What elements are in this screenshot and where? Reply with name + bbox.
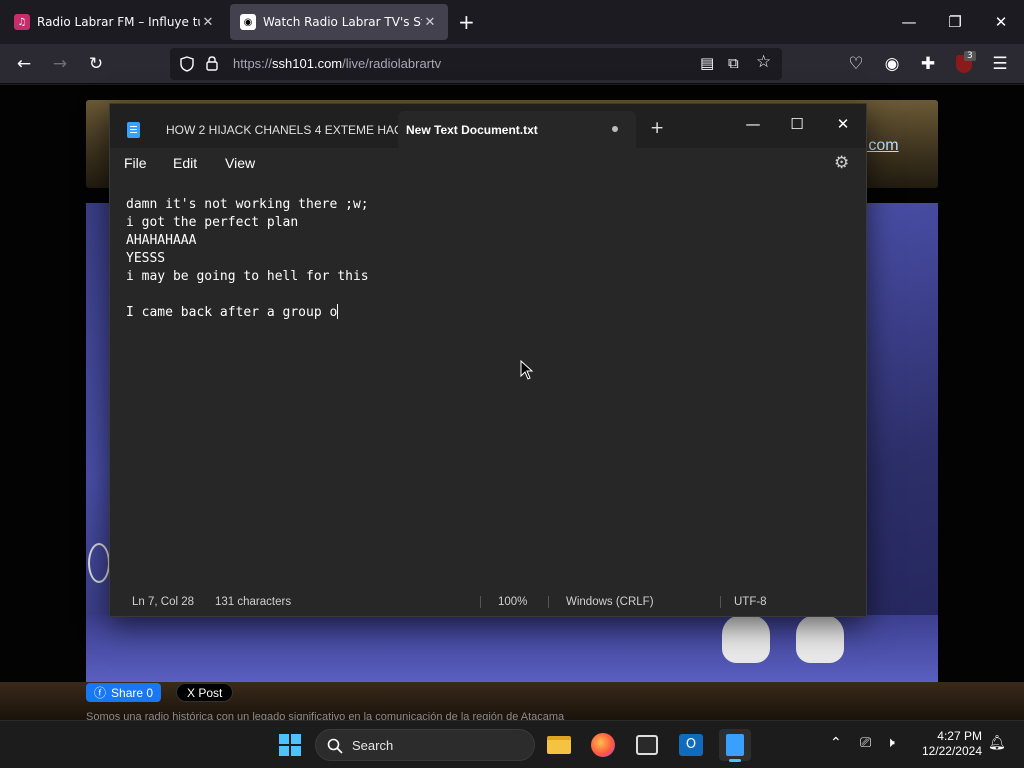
browser-tab-watch-stream[interactable]: ◉ Watch Radio Labrar TV's Stream ✕ — [230, 4, 448, 40]
editor-line: AHAHAHAAA — [126, 233, 197, 248]
page-description-text: Somos una radio histórica con un legado … — [86, 711, 565, 720]
editor-line: damn it's not working there ;w; — [126, 197, 369, 212]
browser-tab-title: Watch Radio Labrar TV's Stream — [263, 15, 422, 29]
notepad-new-tab-icon[interactable]: + — [650, 118, 664, 138]
menu-file[interactable]: File — [124, 155, 147, 171]
text-editor[interactable]: damn it's not working there ;w; i got the… — [110, 180, 866, 588]
notepad-status-bar: Ln 7, Col 28 131 characters 100% Windows… — [110, 588, 866, 616]
browser-toolbar: ← → ↻ https://ssh101.com/live/radiolabra… — [0, 44, 1024, 84]
tray-chevron-up-icon[interactable]: ⌃ — [830, 735, 842, 751]
editor-line: i may be going to hell for this — [126, 269, 369, 284]
extension-badge: 3 — [964, 51, 976, 61]
back-arrow-icon[interactable]: ← — [8, 48, 40, 80]
editor-line: i got the perfect plan — [126, 215, 299, 230]
cursor-position: Ln 7, Col 28 — [132, 596, 195, 608]
url-scheme: https:// — [233, 56, 273, 71]
encoding[interactable]: UTF-8 — [734, 596, 767, 608]
character-count: 131 characters — [215, 596, 292, 608]
line-ending[interactable]: Windows (CRLF) — [566, 596, 654, 608]
notepad-tab-title: New Text Document.txt — [406, 122, 538, 137]
account-icon[interactable]: ◉ — [876, 48, 908, 80]
sneaker-image — [722, 615, 770, 663]
unsaved-dot-icon[interactable] — [612, 126, 618, 132]
microsoft-store-icon[interactable] — [631, 729, 663, 761]
facebook-share-button[interactable]: ⓕ Share 0 — [86, 683, 162, 702]
facebook-share-label: Share 0 — [111, 685, 154, 700]
notepad-tab-new-text-document[interactable]: New Text Document.txt — [398, 111, 636, 148]
url-bar[interactable]: https://ssh101.com/live/radiolabrartv ▤ … — [170, 48, 782, 80]
search-icon — [327, 738, 343, 754]
notepad-menu-bar: File Edit View ⚙ — [110, 148, 866, 180]
facebook-icon: ⓕ — [94, 686, 107, 700]
cartoon-detail-image — [88, 543, 110, 583]
notepad-title-bar[interactable]: HOW 2 HIJACK CHANELS 4 EXTEME HACK New T… — [110, 104, 866, 148]
taskbar-search-box[interactable]: Search — [315, 729, 535, 761]
url-path: /live/radiolabrartv — [342, 56, 442, 71]
notepad-minimize-icon[interactable]: — — [730, 109, 776, 139]
url-host: ssh101.com — [272, 56, 343, 71]
windows-start-icon[interactable] — [274, 729, 306, 761]
sneaker-image — [796, 615, 844, 663]
editor-text: damn it's not working there ;w; i got the… — [126, 196, 369, 322]
notepad-window: HOW 2 HIJACK CHANELS 4 EXTEME HACK New T… — [109, 103, 867, 617]
hamburger-menu-icon[interactable]: ☰ — [984, 48, 1016, 80]
reader-view-icon[interactable]: ▤ — [700, 54, 714, 72]
search-label: Search — [352, 738, 394, 753]
notepad-taskbar-icon[interactable] — [719, 729, 751, 762]
mouse-pointer-icon — [520, 360, 534, 380]
forward-arrow-icon[interactable]: → — [44, 48, 76, 80]
notepad-close-icon[interactable]: ✕ — [820, 109, 866, 139]
minimize-icon[interactable]: — — [886, 0, 932, 44]
status-divider — [548, 596, 549, 608]
ublock-icon[interactable]: 3 — [948, 48, 980, 80]
close-tab-icon[interactable]: ✕ — [200, 15, 216, 30]
pocket-icon[interactable]: ♡ — [840, 48, 872, 80]
notepad-tab-hijack[interactable]: HOW 2 HIJACK CHANELS 4 EXTEME HACK — [114, 111, 411, 148]
shield-icon[interactable] — [179, 56, 195, 72]
editor-line: YESSS — [126, 251, 166, 266]
network-icon[interactable]: ⎚ — [860, 735, 871, 751]
editor-line: I came back after a group o — [126, 305, 338, 320]
lock-icon[interactable] — [205, 55, 219, 72]
x-post-button[interactable]: X Post — [176, 683, 234, 702]
windows-taskbar: Search O ⌃ ⎚ 🕨 4:27 PM 12/22/2024 🔔︎ — [0, 720, 1024, 768]
settings-gear-icon[interactable]: ⚙ — [834, 153, 849, 173]
notification-bell-icon[interactable]: 🔔︎ — [988, 735, 1006, 751]
new-tab-button[interactable]: + — [458, 10, 475, 34]
notepad-maximize-icon[interactable]: ☐ — [774, 109, 820, 139]
browser-tab-title: Radio Labrar FM – Influye tus se — [37, 15, 200, 29]
picture-in-picture-icon[interactable]: ⧉ — [728, 54, 739, 72]
clock-time: 4:27 PM — [937, 729, 982, 743]
close-tab-icon[interactable]: ✕ — [422, 15, 438, 30]
text-caret — [337, 304, 339, 319]
url-text[interactable]: https://ssh101.com/live/radiolabrartv — [233, 56, 441, 71]
zoom-level[interactable]: 100% — [498, 596, 527, 608]
browser-tab-strip: ♫ Radio Labrar FM – Influye tus se ✕ ◉ W… — [0, 0, 1024, 44]
firefox-icon[interactable] — [587, 729, 619, 761]
browser-tab-radio-labrar[interactable]: ♫ Radio Labrar FM – Influye tus se ✕ — [4, 4, 226, 40]
status-divider — [480, 596, 481, 608]
stream-favicon-icon: ◉ — [240, 14, 256, 30]
bookmark-star-icon[interactable]: ☆ — [756, 52, 771, 72]
extensions-icon[interactable]: ✚ — [912, 48, 944, 80]
close-window-icon[interactable]: ✕ — [978, 0, 1024, 44]
status-divider — [720, 596, 721, 608]
clock-date: 12/22/2024 — [921, 744, 982, 758]
radio-favicon-icon: ♫ — [14, 14, 30, 30]
menu-edit[interactable]: Edit — [173, 155, 197, 171]
system-clock[interactable]: 4:27 PM 12/22/2024 — [890, 729, 982, 759]
menu-view[interactable]: View — [225, 155, 255, 171]
file-explorer-icon[interactable] — [543, 729, 575, 761]
outlook-icon[interactable]: O — [675, 729, 707, 761]
restore-icon[interactable]: ❐ — [932, 0, 978, 44]
reload-icon[interactable]: ↻ — [80, 48, 112, 80]
